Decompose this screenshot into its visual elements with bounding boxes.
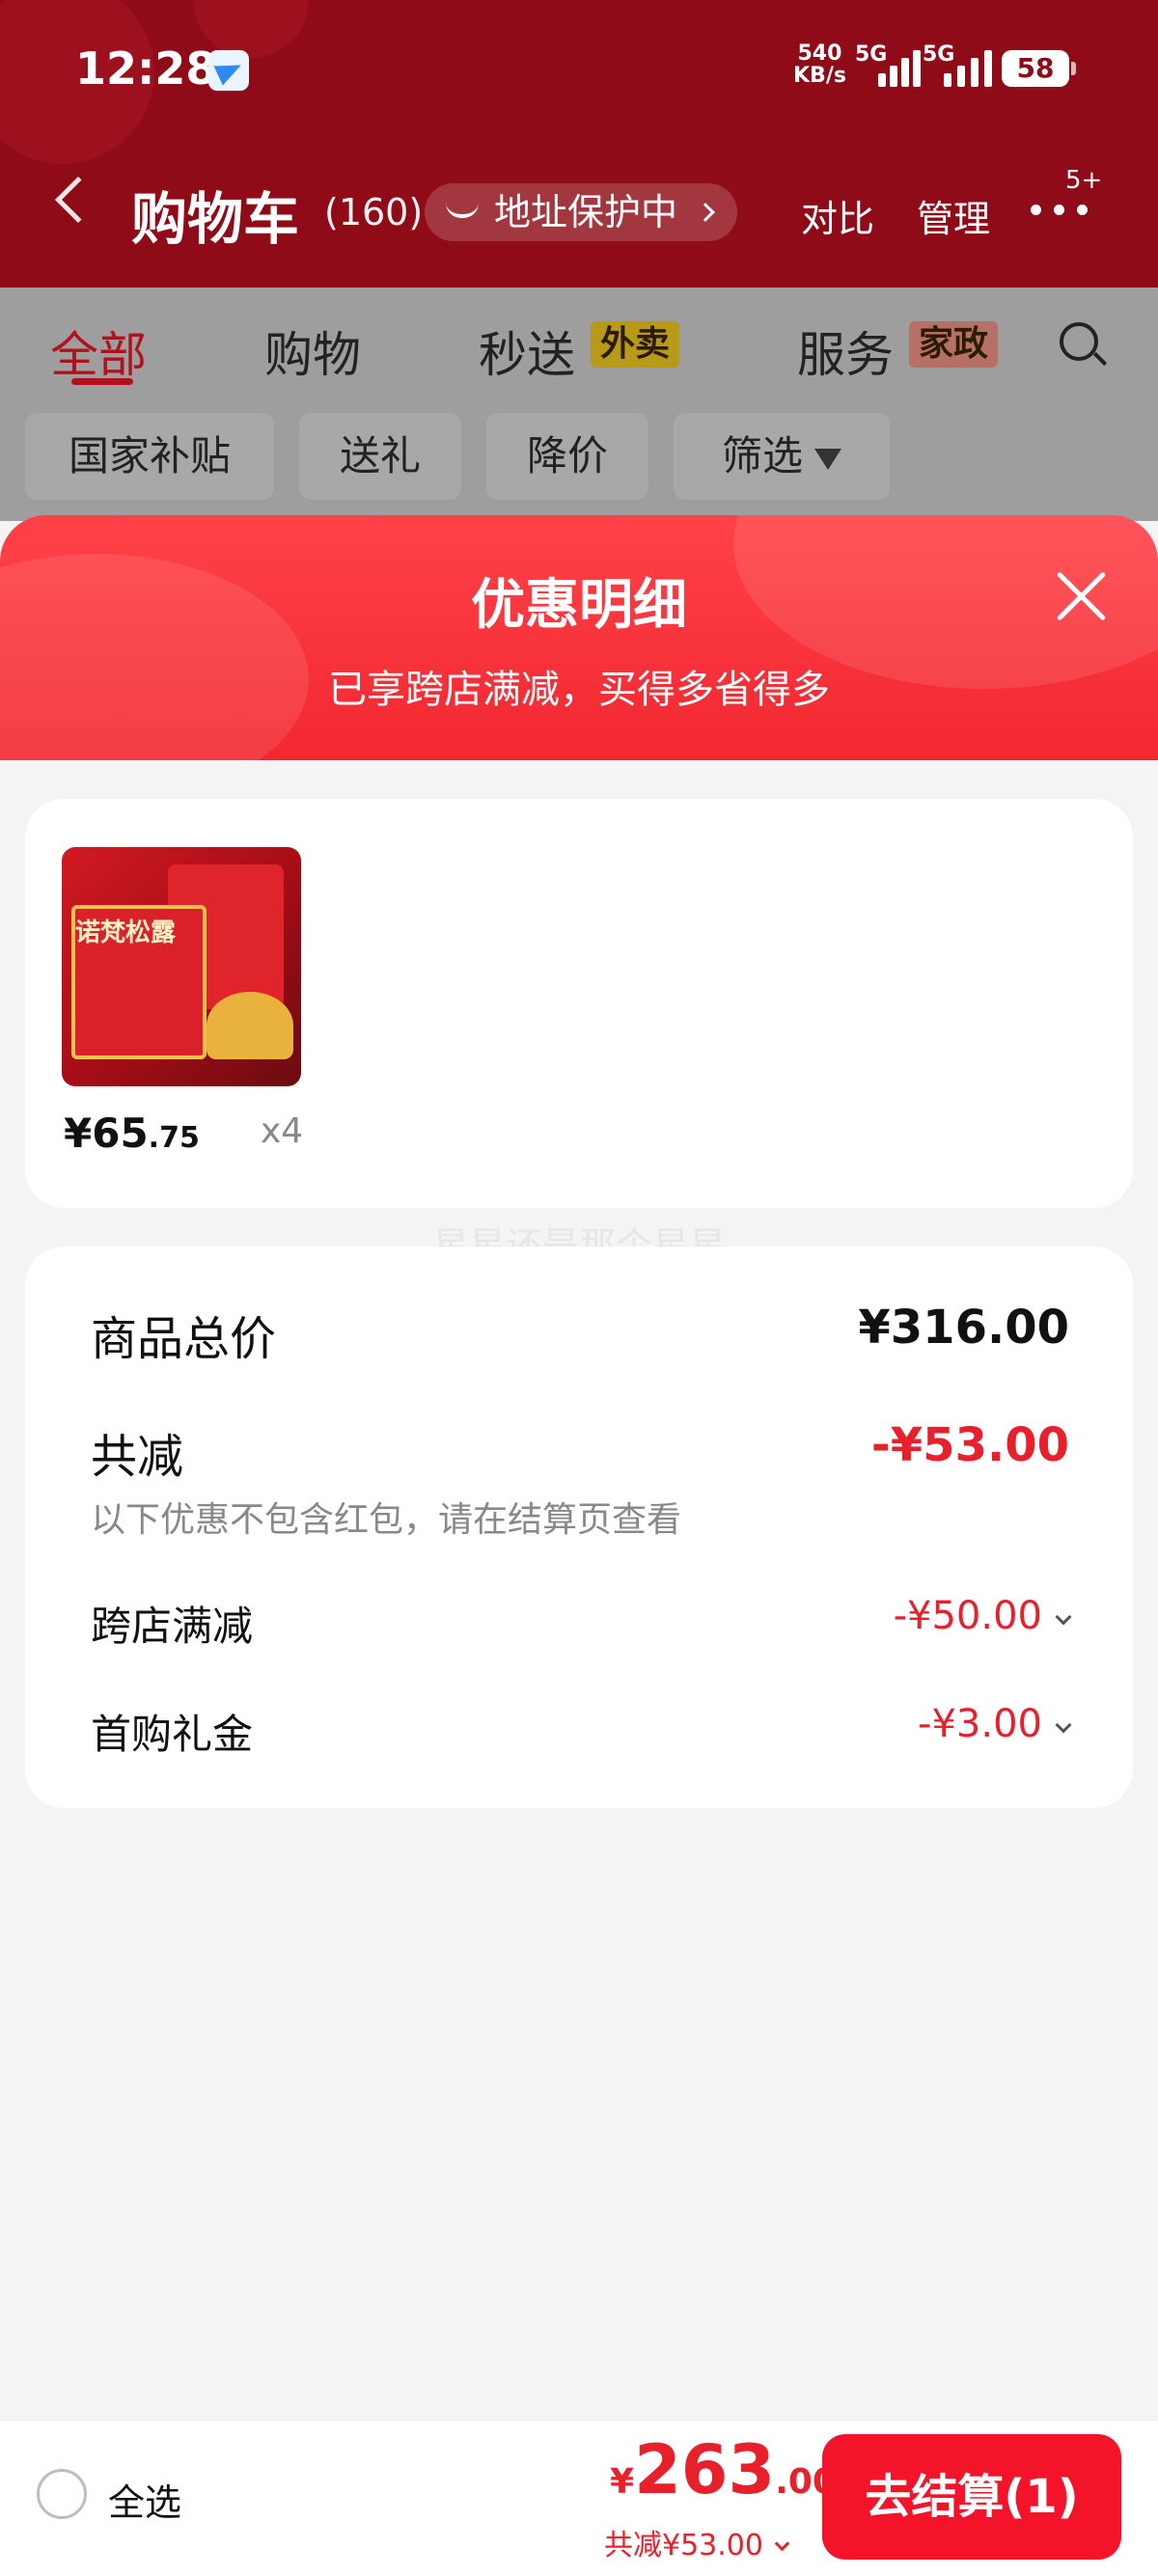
- checkout-bar: 全选 ¥263.00 共减¥53.00 去结算(1): [0, 2420, 1158, 2576]
- filter-chip-filter[interactable]: 筛选: [674, 413, 890, 500]
- search-icon[interactable]: [1060, 322, 1098, 361]
- chevron-down-icon: [1055, 1716, 1072, 1734]
- select-all-checkbox[interactable]: [37, 2469, 87, 2519]
- discount-detail-toggle[interactable]: 共减¥53.00: [604, 2521, 790, 2563]
- chevron-down-icon: [774, 2535, 790, 2552]
- tab-service[interactable]: 服务: [797, 316, 894, 386]
- close-icon[interactable]: [1054, 569, 1108, 623]
- paper-plane-icon: [208, 50, 249, 91]
- back-icon[interactable]: [54, 176, 102, 224]
- signal-icon: 5G: [923, 42, 992, 87]
- total-amount: ¥263.00: [610, 2430, 837, 2509]
- reduction-label: 共减: [91, 1430, 184, 1484]
- cart-tabs-area: 全部 购物 秒送 外卖 服务 家政 国家补贴 送礼 降价 筛选: [0, 288, 1158, 521]
- filter-chip-price-drop[interactable]: 降价: [486, 413, 648, 500]
- signal-icon: 5G: [855, 42, 921, 87]
- first-buy-gift-value[interactable]: -¥3.00: [918, 1702, 1072, 1746]
- sheet-title: 优惠明细: [471, 574, 687, 637]
- message-badge: 5+: [1065, 166, 1103, 195]
- more-icon[interactable]: [1031, 205, 1094, 216]
- cross-store-discount-value[interactable]: -¥50.00: [894, 1594, 1072, 1638]
- compare-button[interactable]: 对比: [801, 189, 874, 242]
- product-image[interactable]: 诺梵松露: [62, 847, 301, 1086]
- active-tab-underline: [71, 378, 133, 385]
- chevron-right-icon: [696, 203, 715, 222]
- discount-sheet-header: 优惠明细 已享跨店满减，买得多省得多: [0, 515, 1158, 760]
- reduction-value: -¥53.00: [870, 1418, 1069, 1472]
- first-buy-gift-label: 首购礼金: [91, 1711, 254, 1758]
- cross-store-discount-label: 跨店满减: [91, 1603, 254, 1650]
- checkout-button[interactable]: 去结算(1): [822, 2434, 1121, 2560]
- net-speed: 540 KB/s: [793, 41, 846, 88]
- product-quantity: x4: [261, 1111, 304, 1151]
- status-time: 12:28: [75, 42, 217, 95]
- takeout-tag: 外卖: [591, 321, 680, 368]
- address-protect-pill[interactable]: 地址保护中: [425, 183, 737, 241]
- chevron-down-icon: [1055, 1608, 1072, 1626]
- reduction-note: 以下优惠不包含红包，请在结算页查看: [91, 1500, 682, 1540]
- tab-all[interactable]: 全部: [50, 316, 147, 386]
- tab-express[interactable]: 秒送: [479, 316, 575, 386]
- total-price-value: ¥316.00: [858, 1301, 1069, 1355]
- product-price: ¥65.75: [64, 1110, 200, 1157]
- cart-page-background: 12:28 540 KB/s 5G 5G 58 购物车 (160) 地址保护中 …: [0, 0, 1158, 521]
- housekeeping-tag: 家政: [909, 321, 999, 368]
- total-price-label: 商品总价: [91, 1312, 277, 1366]
- cart-count: (160): [324, 191, 424, 233]
- manage-button[interactable]: 管理: [917, 189, 990, 242]
- funnel-icon: [814, 448, 841, 470]
- filter-chip-gift[interactable]: 送礼: [299, 413, 461, 500]
- battery-icon: 58: [1002, 50, 1076, 87]
- sheet-subtitle: 已享跨店满减，买得多省得多: [328, 668, 830, 712]
- page-title: 购物车: [131, 186, 300, 252]
- tab-shopping[interactable]: 购物: [264, 316, 361, 386]
- smile-icon: [446, 203, 479, 218]
- filter-chip-subsidy[interactable]: 国家补贴: [25, 413, 274, 500]
- price-summary-card: 商品总价 ¥316.00 共减 -¥53.00 以下优惠不包含红包，请在结算页查…: [25, 1247, 1133, 1808]
- select-all-label[interactable]: 全选: [108, 2473, 181, 2526]
- cart-header: 12:28 540 KB/s 5G 5G 58 购物车 (160) 地址保护中 …: [0, 0, 1158, 288]
